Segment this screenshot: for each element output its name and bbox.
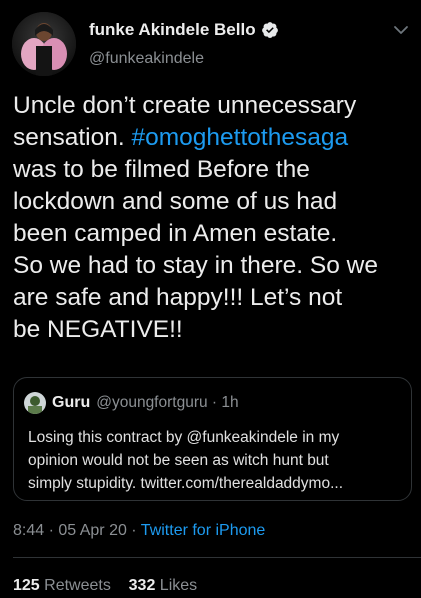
tweet-line: was to be filmed Before the [13,156,310,183]
verified-badge-icon [261,22,278,38]
author-display-name[interactable]: funke Akindele Bello [89,20,256,40]
tweet-stats: 125 Retweets 332 Likes [13,577,197,595]
tweet-line: been camped in Amen estate. [13,220,338,247]
quoted-author-handle: @youngfortguru [96,394,208,411]
quoted-tweet-line: simply stupidity. twitter.com/therealdad… [28,475,344,492]
tweet-source-link[interactable]: Twitter for iPhone [141,522,266,539]
tweet-line: Uncle don’t create unnecessary [13,92,357,119]
quoted-author-avatar [24,392,46,414]
quoted-avatar-image [24,392,46,414]
chevron-down-icon[interactable] [393,24,409,36]
divider [13,557,421,558]
tweet-header: funke Akindele Bello @funkeakindele [12,12,409,78]
tweet-line: So we had to stay in there. So we [13,252,378,279]
quoted-author-name: Guru [52,394,91,411]
quoted-tweet[interactable]: Guru @youngfortguru · 1h Losing this con… [13,377,412,501]
quoted-tweet-line: opinion would not be seen as witch hunt … [28,452,329,469]
tweet-meta: 8:44 · 05 Apr 20 · Twitter for iPhone [13,522,265,540]
tweet-line: be NEGATIVE!! [13,316,183,343]
tweet-line: lockdown and some of us had [13,188,338,215]
tweet-date[interactable]: 05 Apr 20 [58,522,127,539]
quoted-tweet-time: 1h [221,394,239,411]
tweet-text-segment: sensation. [13,124,132,151]
author-handle[interactable]: @funkeakindele [89,50,204,68]
retweets-stat[interactable]: 125 Retweets [13,577,111,594]
quoted-tweet-header: Guru @youngfortguru · 1h [24,392,239,414]
likes-count: 332 [128,577,156,594]
tweet-text: Uncle don’t create unnecessary sensation… [13,90,413,346]
likes-label: Likes [159,577,198,594]
quoted-meta-separator: · [207,394,222,411]
meta-separator: · [44,522,59,539]
tweet-time[interactable]: 8:44 [13,522,44,539]
quoted-tweet-body: Losing this contract by @funkeakindele i… [28,426,408,495]
tweet-line: sensation. #omoghettothesaga [13,122,413,154]
hashtag-link[interactable]: #omoghettothesaga [132,124,349,151]
likes-stat[interactable]: 332 Likes [129,577,198,594]
quoted-tweet-line: Losing this contract by @funkeakindele i… [28,429,340,446]
meta-separator: · [126,522,141,539]
retweets-count: 125 [13,577,40,594]
avatar-image [12,12,76,76]
retweets-label: Retweets [44,577,111,594]
author-avatar[interactable] [12,12,76,76]
tweet-line: are safe and happy!!! Let’s not [13,284,343,311]
